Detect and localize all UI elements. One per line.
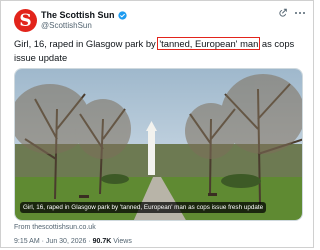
tweet-card[interactable]: S The Scottish Sun @ScottishSun Girl, 16… <box>0 0 314 248</box>
account-name[interactable]: The Scottish Sun <box>41 10 115 20</box>
views-count: 90.7K <box>92 238 112 245</box>
avatar-logo: S <box>19 10 32 31</box>
link-card-image[interactable]: Girl, 16, raped in Glasgow park by 'tann… <box>14 68 303 221</box>
highlighted-quote: 'tanned, European' man <box>157 37 261 50</box>
tweet-text: Girl, 16, raped in Glasgow park by 'tann… <box>14 37 308 65</box>
avatar[interactable]: S <box>14 9 37 32</box>
park-photo <box>15 69 302 220</box>
verified-badge-icon <box>117 10 127 20</box>
grok-icon[interactable] <box>278 8 288 21</box>
more-icon[interactable] <box>294 8 306 21</box>
tweet-text-start: Girl, 16, raped in Glasgow park by <box>14 38 159 49</box>
image-caption: Girl, 16, raped in Glasgow park by 'tann… <box>20 202 267 213</box>
tweet-date[interactable]: Jun 30, 2026 <box>46 238 86 245</box>
tweet-time[interactable]: 9:15 AM <box>14 238 40 245</box>
views-label: Views <box>111 238 132 245</box>
account-name-row[interactable]: The Scottish Sun <box>41 10 127 20</box>
tweet-meta: 9:15 AM · Jun 30, 2026 · 90.7K Views <box>14 238 132 245</box>
link-source[interactable]: From thescottishsun.co.uk <box>14 224 96 231</box>
account-handle[interactable]: @ScottishSun <box>41 21 92 30</box>
